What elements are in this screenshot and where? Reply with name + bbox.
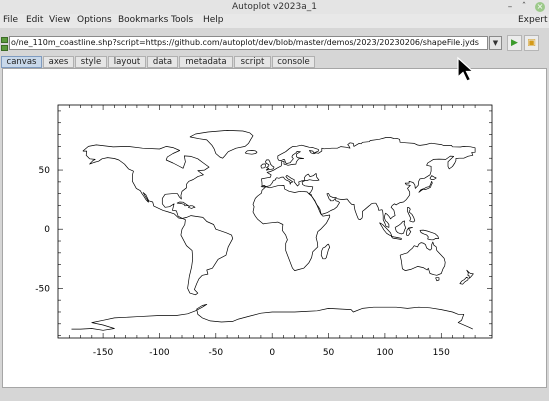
window-title: Autoplot v2023a_1: [232, 2, 317, 12]
coastline-series: [418, 180, 433, 193]
y-tick-label: -50: [35, 284, 50, 294]
tab-metadata[interactable]: metadata: [179, 56, 233, 68]
coastline-series: [394, 220, 407, 235]
x-tick-label: 150: [433, 348, 450, 358]
y-tick-label: 50: [39, 166, 51, 176]
x-tick-label: -50: [208, 348, 223, 358]
menu-bar: File Edit View Options Bookmarks Tools H…: [0, 14, 549, 28]
tab-script[interactable]: script: [234, 56, 271, 68]
coastline-series: [244, 150, 258, 155]
play-icon[interactable]: ▶: [507, 35, 522, 51]
menu-help[interactable]: Help: [203, 15, 224, 25]
tab-style[interactable]: style: [75, 56, 107, 68]
autoplot-icon: [1, 37, 8, 51]
coastline-series: [189, 130, 254, 159]
coastline-series: [407, 206, 416, 223]
coastline-series: [252, 185, 331, 271]
plot-frame: [57, 104, 493, 339]
minimize-icon[interactable]: –: [505, 2, 515, 12]
chevron-down-icon[interactable]: ▼: [489, 36, 502, 50]
menu-edit[interactable]: Edit: [26, 15, 43, 25]
status-bar: [0, 389, 549, 401]
coastline-series: [176, 201, 189, 207]
folder-icon[interactable]: ▣: [524, 35, 539, 51]
mouse-pointer-icon: [457, 56, 475, 82]
address-bar: o/ne_110m_coastline.shp?script=https://g…: [0, 33, 549, 53]
y-tick-label: 0: [44, 225, 50, 235]
menu-options[interactable]: Options: [77, 15, 112, 25]
tab-data[interactable]: data: [147, 56, 178, 68]
x-tick-label: -150: [93, 348, 114, 358]
close-icon[interactable]: ×: [535, 2, 545, 12]
coastline-series: [435, 277, 440, 282]
coastline-series: [459, 276, 469, 285]
coastline-plot[interactable]: -150 -100 -50 0 50 100 150 -50 0 50: [3, 69, 548, 389]
coastline-series: [419, 229, 439, 241]
coastline-series: [261, 137, 476, 228]
coastline-series: [71, 303, 473, 331]
x-tick-label: 100: [376, 348, 393, 358]
x-tick-label: 50: [323, 348, 335, 358]
tab-console[interactable]: console: [272, 56, 315, 68]
canvas-panel[interactable]: -150 -100 -50 0 50 100 150 -50 0 50: [2, 68, 547, 388]
coastline-series: [320, 243, 331, 260]
coastline-series: [265, 159, 275, 171]
x-tick-label: 0: [269, 348, 275, 358]
x-tick-label: -100: [149, 348, 170, 358]
coastline-series: [405, 227, 413, 237]
title-bar: Autoplot v2023a_1 – ˆ ×: [0, 0, 549, 15]
menu-expert[interactable]: Expert: [518, 15, 548, 25]
coastline-series: [390, 235, 402, 240]
coastline-series: [466, 269, 474, 279]
coastline-series: [399, 241, 446, 276]
menu-bookmarks[interactable]: Bookmarks: [118, 15, 168, 25]
tab-axes[interactable]: axes: [43, 56, 74, 68]
data-source-input[interactable]: o/ne_110m_coastline.shp?script=https://g…: [9, 36, 488, 50]
tab-layout[interactable]: layout: [108, 56, 146, 68]
maximize-icon[interactable]: ˆ: [519, 2, 529, 12]
menu-view[interactable]: View: [49, 15, 70, 25]
menu-file[interactable]: File: [3, 15, 18, 25]
menu-tools[interactable]: Tools: [171, 15, 193, 25]
tab-canvas[interactable]: canvas: [1, 56, 42, 68]
coastline-series: [260, 163, 266, 169]
coastline-series: [187, 205, 196, 209]
coastline-series: [82, 144, 234, 296]
coastline-series: [429, 175, 437, 180]
